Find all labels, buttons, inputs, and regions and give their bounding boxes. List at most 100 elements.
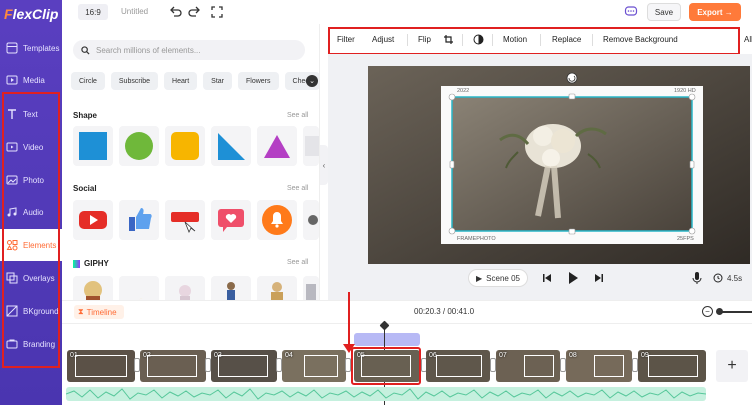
shape-rounded-square[interactable] — [165, 126, 205, 166]
social-thumbs-up[interactable] — [119, 200, 159, 240]
giphy-item[interactable] — [165, 276, 205, 300]
save-button[interactable]: Save — [647, 3, 681, 21]
social-youtube[interactable] — [73, 200, 113, 240]
transition-handle[interactable] — [345, 358, 351, 372]
rotate-icon[interactable] — [566, 72, 578, 84]
social-more[interactable] — [303, 200, 319, 240]
scene-duration[interactable]: 4.5s — [727, 274, 742, 283]
shape-triangle[interactable] — [257, 126, 297, 166]
social-subscribe[interactable] — [165, 200, 205, 240]
scene-clip[interactable]: 09 — [638, 350, 706, 382]
video-icon — [6, 142, 18, 152]
sidebar: FlexClip Templates Media Text Video Phot… — [0, 0, 62, 405]
sidebar-item-label: BKground — [23, 306, 59, 316]
chevron-down-icon[interactable]: ⌄ — [306, 75, 318, 87]
elements-panel: Search millions of elements... Circle Su… — [62, 24, 320, 300]
see-all-social[interactable]: See all — [287, 185, 308, 192]
scene-number: 08 — [569, 352, 577, 359]
chat-icon[interactable] — [624, 5, 638, 19]
sidebar-item-elements[interactable]: Elements — [0, 229, 62, 261]
see-all-shape[interactable]: See all — [287, 112, 308, 119]
project-title[interactable]: Untitled — [121, 7, 148, 16]
section-title-giphy: GIPHY — [73, 259, 109, 268]
microphone-icon[interactable] — [691, 271, 703, 285]
zoom-slider[interactable] — [718, 311, 752, 313]
chip-row: Circle Subscribe Heart Star Flowers Chec… — [71, 72, 319, 90]
sidebar-item-overlays[interactable]: Overlays — [0, 262, 62, 294]
branding-icon — [6, 339, 18, 349]
scene-clip[interactable]: 02 — [140, 350, 206, 382]
next-scene-icon[interactable] — [594, 273, 604, 283]
chip-subscribe[interactable]: Subscribe — [110, 72, 159, 90]
sidebar-item-video[interactable]: Video — [0, 131, 62, 163]
sidebar-item-photo[interactable]: Photo — [0, 164, 62, 196]
chip-flowers[interactable]: Flowers — [238, 72, 279, 90]
scene-clip[interactable]: 03 — [211, 350, 277, 382]
sidebar-item-templates[interactable]: Templates — [0, 32, 62, 64]
section-title-social: Social — [73, 184, 97, 193]
scene-clip[interactable]: 06 — [426, 350, 490, 382]
giphy-item[interactable] — [73, 276, 113, 300]
sidebar-item-label: Video — [23, 142, 44, 152]
giphy-item[interactable] — [303, 276, 319, 300]
sidebar-item-label: Media — [23, 75, 45, 85]
scene-selector-button[interactable]: ▶ Scene 05 — [468, 269, 528, 287]
timeline-time: 00:20.3 / 00:41.0 — [414, 307, 475, 316]
timeline-icon: ⧗ — [78, 307, 84, 316]
sidebar-item-audio[interactable]: Audio — [0, 196, 62, 228]
scene-clip[interactable]: 07 — [496, 350, 560, 382]
scene-frame — [594, 355, 624, 377]
search-input[interactable]: Search millions of elements... — [73, 40, 305, 60]
sidebar-item-media[interactable]: Media — [0, 64, 62, 96]
shape-circle[interactable] — [119, 126, 159, 166]
giphy-item[interactable] — [119, 276, 159, 300]
flexclip-logo[interactable]: FlexClip — [4, 6, 58, 22]
all-button[interactable]: All — [744, 35, 752, 44]
scene-clip-selected[interactable]: 05 — [354, 350, 420, 382]
chip-heart[interactable]: Heart — [164, 72, 198, 90]
zoom-out-icon[interactable]: − — [702, 306, 713, 317]
undo-icon[interactable] — [168, 5, 182, 19]
collapse-panel-button[interactable]: ‹ — [320, 145, 328, 185]
sidebar-item-label: Overlays — [23, 273, 55, 283]
chip-circle[interactable]: Circle — [71, 72, 105, 90]
timeline-ruler — [62, 323, 752, 324]
see-all-giphy[interactable]: See all — [287, 259, 308, 266]
section-title-shape: Shape — [73, 111, 98, 120]
sidebar-item-label: Elements — [23, 240, 57, 250]
chip-star[interactable]: Star — [203, 72, 232, 90]
giphy-item[interactable] — [257, 276, 297, 300]
sidebar-item-text[interactable]: Text — [0, 98, 62, 130]
shape-square[interactable] — [73, 126, 113, 166]
templates-icon — [6, 42, 18, 54]
previous-scene-icon[interactable] — [542, 273, 552, 283]
social-bell[interactable] — [257, 200, 297, 240]
audio-icon — [7, 207, 17, 217]
audio-track-clip[interactable] — [354, 333, 420, 346]
video-canvas[interactable]: 2022 1920 HD FRAMEPHOTO 25FPS — [368, 66, 750, 264]
audio-waveform[interactable] — [66, 387, 706, 401]
add-scene-button[interactable]: + — [716, 350, 748, 382]
scene-clip[interactable]: 04 — [282, 350, 346, 382]
scene-frame — [75, 355, 127, 377]
fullscreen-icon[interactable] — [210, 5, 224, 19]
social-heart-bubble[interactable] — [211, 200, 251, 240]
shape-right-triangle[interactable] — [211, 126, 251, 166]
scene-clip[interactable]: 01 — [67, 350, 135, 382]
play-icon[interactable] — [566, 271, 580, 285]
logo-text: lexClip — [12, 6, 59, 22]
scene-frame — [524, 355, 554, 377]
redo-icon[interactable] — [188, 5, 202, 19]
scene-frame — [304, 355, 338, 377]
aspect-ratio-button[interactable]: 16:9 — [78, 4, 108, 20]
export-button[interactable]: Export → — [689, 3, 741, 21]
scene-number: 07 — [499, 352, 507, 359]
shape-more[interactable] — [303, 126, 319, 166]
chevron-left-icon: ‹ — [322, 160, 326, 170]
timeline-toggle[interactable]: ⧗ Timeline — [74, 305, 124, 319]
scene-clip[interactable]: 08 — [566, 350, 632, 382]
zoom-slider-handle[interactable] — [716, 308, 723, 315]
giphy-item[interactable] — [211, 276, 251, 300]
sidebar-item-branding[interactable]: Branding — [0, 328, 62, 360]
sidebar-item-bkground[interactable]: BKground — [0, 295, 62, 327]
